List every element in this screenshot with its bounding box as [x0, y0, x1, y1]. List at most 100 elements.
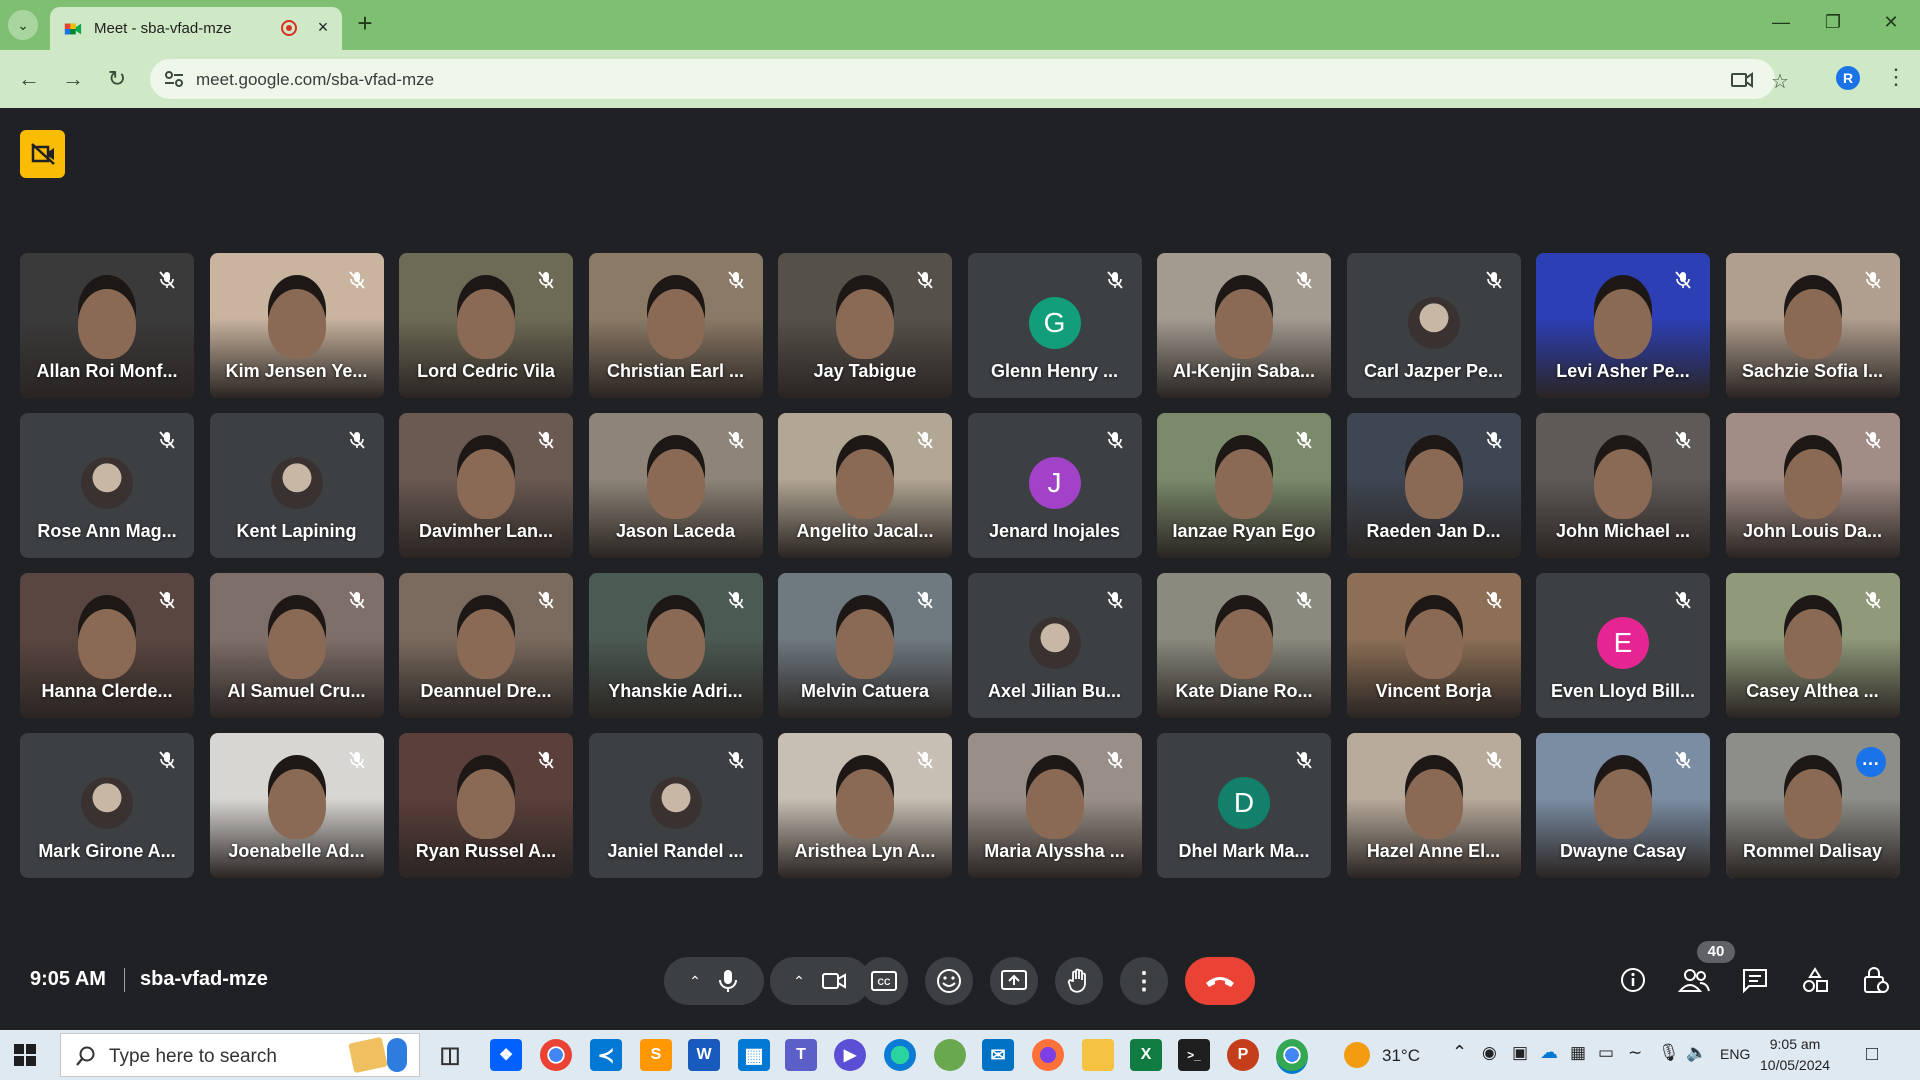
microsoft-store-icon[interactable]: ▦: [738, 1039, 770, 1071]
participant-tile[interactable]: Al Samuel Cru...: [209, 573, 384, 718]
participant-tile[interactable]: Hanna Clerde...: [20, 573, 194, 718]
activities-button[interactable]: [1797, 962, 1833, 998]
camera-icon[interactable]: [821, 970, 847, 992]
file-explorer-icon[interactable]: [1082, 1039, 1114, 1071]
tray-mic-icon[interactable]: 🎙: [1658, 1043, 1680, 1063]
windows-start-icon[interactable]: [14, 1044, 36, 1066]
tray-app-icon[interactable]: ◉: [1482, 1043, 1497, 1063]
participant-tile[interactable]: Kent Lapining: [209, 413, 384, 558]
edge-icon[interactable]: [884, 1039, 916, 1071]
chat-button[interactable]: [1737, 962, 1773, 998]
paint-icon[interactable]: [934, 1039, 966, 1071]
tray-overflow-icon[interactable]: ⌃: [1452, 1042, 1467, 1063]
participant-tile[interactable]: Vincent Borja: [1346, 573, 1521, 718]
excel-icon[interactable]: X: [1130, 1039, 1162, 1071]
microphone-icon[interactable]: [717, 968, 739, 994]
audio-options-caret-icon[interactable]: ⌃: [689, 973, 701, 990]
leave-call-button[interactable]: [1185, 957, 1255, 1005]
tray-display-icon[interactable]: ▦: [1570, 1043, 1586, 1063]
participant-tile[interactable]: Janiel Randel ...: [588, 733, 763, 878]
clipchamp-icon[interactable]: ▶: [834, 1039, 866, 1071]
taskbar-search-box[interactable]: Type here to search: [60, 1033, 420, 1077]
new-tab-button[interactable]: +: [352, 10, 378, 37]
participant-tile[interactable]: G Glenn Henry ...: [967, 253, 1142, 398]
dropbox-icon[interactable]: ❖: [490, 1039, 522, 1071]
participant-tile[interactable]: Al-Kenjin Saba...: [1157, 253, 1331, 398]
participant-tile[interactable]: Sachzie Sofia I...: [1725, 253, 1900, 398]
participant-tile[interactable]: Christian Earl ...: [588, 253, 763, 398]
word-icon[interactable]: W: [688, 1039, 720, 1071]
participant-tile[interactable]: Axel Jilian Bu...: [967, 573, 1142, 718]
video-options-caret-icon[interactable]: ⌃: [793, 973, 805, 990]
participant-tile[interactable]: Rose Ann Mag...: [20, 413, 194, 558]
participant-tile[interactable]: J Jenard Inojales: [967, 413, 1142, 558]
close-window-icon[interactable]: ✕: [1876, 12, 1906, 36]
participant-tile[interactable]: Jay Tabigue: [778, 253, 952, 398]
host-controls-button[interactable]: [1857, 962, 1893, 998]
participant-tile[interactable]: Mark Girone A...: [20, 733, 194, 878]
bookmark-star-icon[interactable]: ☆: [1768, 69, 1792, 93]
more-options-button[interactable]: ⋮: [1120, 957, 1168, 1005]
minimize-icon[interactable]: —: [1766, 12, 1796, 36]
participant-tile[interactable]: Melvin Catuera: [778, 573, 952, 718]
terminal-icon[interactable]: >_: [1178, 1039, 1210, 1071]
volume-icon[interactable]: 🔈: [1686, 1043, 1707, 1063]
captions-button[interactable]: CC: [860, 957, 908, 1005]
participant-tile[interactable]: Yhanskie Adri...: [588, 573, 763, 718]
participant-tile[interactable]: Kim Jensen Ye...: [209, 253, 384, 398]
tray-meet-icon[interactable]: ▣: [1512, 1043, 1528, 1063]
profile-avatar[interactable]: R: [1836, 66, 1860, 90]
participant-tile[interactable]: Deannuel Dre...: [399, 573, 573, 718]
site-info-icon[interactable]: [164, 70, 184, 88]
participant-tile[interactable]: Dwayne Casay: [1536, 733, 1710, 878]
notifications-icon[interactable]: □: [1866, 1043, 1878, 1066]
participant-tile[interactable]: Levi Asher Pe...: [1536, 253, 1710, 398]
participant-tile[interactable]: Hazel Anne El...: [1346, 733, 1521, 878]
participant-tile[interactable]: Casey Althea ...: [1725, 573, 1900, 718]
camera-in-use-icon[interactable]: [1730, 69, 1754, 91]
participant-tile[interactable]: Kate Diane Ro...: [1157, 573, 1331, 718]
weather-sun-icon[interactable]: [1344, 1042, 1370, 1068]
restore-icon[interactable]: ❐: [1818, 12, 1848, 36]
back-icon[interactable]: ←: [14, 64, 44, 94]
participant-tile[interactable]: D Dhel Mark Ma...: [1157, 733, 1331, 878]
forward-icon[interactable]: →: [58, 64, 88, 94]
reactions-button[interactable]: [925, 957, 973, 1005]
participant-tile[interactable]: Davimher Lan...: [399, 413, 573, 558]
participant-tile[interactable]: Angelito Jacal...: [778, 413, 952, 558]
input-language[interactable]: ENG: [1720, 1046, 1750, 1062]
participant-tile[interactable]: … Rommel Dalisay: [1725, 733, 1900, 878]
vscode-icon[interactable]: ≺: [590, 1039, 622, 1071]
browser-menu-icon[interactable]: ⋮: [1885, 64, 1907, 90]
participant-tile[interactable]: Joenabelle Ad...: [209, 733, 384, 878]
participant-tile[interactable]: John Michael ...: [1536, 413, 1710, 558]
browser-tab-meet[interactable]: Meet - sba-vfad-mze ×: [50, 7, 342, 50]
participant-tile[interactable]: Aristhea Lyn A...: [778, 733, 952, 878]
taskbar-clock[interactable]: 9:05 am 10/05/2024: [1760, 1034, 1830, 1076]
chrome-profile-icon[interactable]: [1276, 1039, 1308, 1074]
task-view-icon[interactable]: ◫: [434, 1039, 466, 1071]
participant-tile[interactable]: Lord Cedric Vila: [399, 253, 573, 398]
participant-tile[interactable]: Raeden Jan D...: [1346, 413, 1521, 558]
tab-close-icon[interactable]: ×: [312, 16, 334, 38]
chrome-icon[interactable]: [540, 1039, 572, 1071]
tab-search-button[interactable]: ⌄: [8, 10, 38, 40]
people-button[interactable]: [1676, 962, 1712, 998]
reload-icon[interactable]: ↻: [102, 64, 132, 94]
firefox-icon[interactable]: [1032, 1039, 1064, 1071]
weather-temperature[interactable]: 31°C: [1382, 1046, 1420, 1066]
participant-tile[interactable]: Carl Jazper Pe...: [1346, 253, 1521, 398]
participant-tile[interactable]: Allan Roi Monf...: [20, 253, 194, 398]
present-screen-button[interactable]: [990, 957, 1038, 1005]
participant-tile[interactable]: John Louis Da...: [1725, 413, 1900, 558]
participant-tile[interactable]: Ianzae Ryan Ego: [1157, 413, 1331, 558]
teams-icon[interactable]: T: [785, 1039, 817, 1071]
participant-tile[interactable]: Jason Laceda: [588, 413, 763, 558]
mail-icon[interactable]: ✉: [982, 1039, 1014, 1071]
onedrive-icon[interactable]: ☁: [1540, 1042, 1558, 1063]
meeting-details-button[interactable]: [1615, 962, 1651, 998]
participant-tile[interactable]: Ryan Russel A...: [399, 733, 573, 878]
sublime-text-icon[interactable]: S: [640, 1039, 672, 1071]
participant-tile[interactable]: Maria Alyssha ...: [967, 733, 1142, 878]
participant-more-options-icon[interactable]: …: [1855, 747, 1886, 777]
